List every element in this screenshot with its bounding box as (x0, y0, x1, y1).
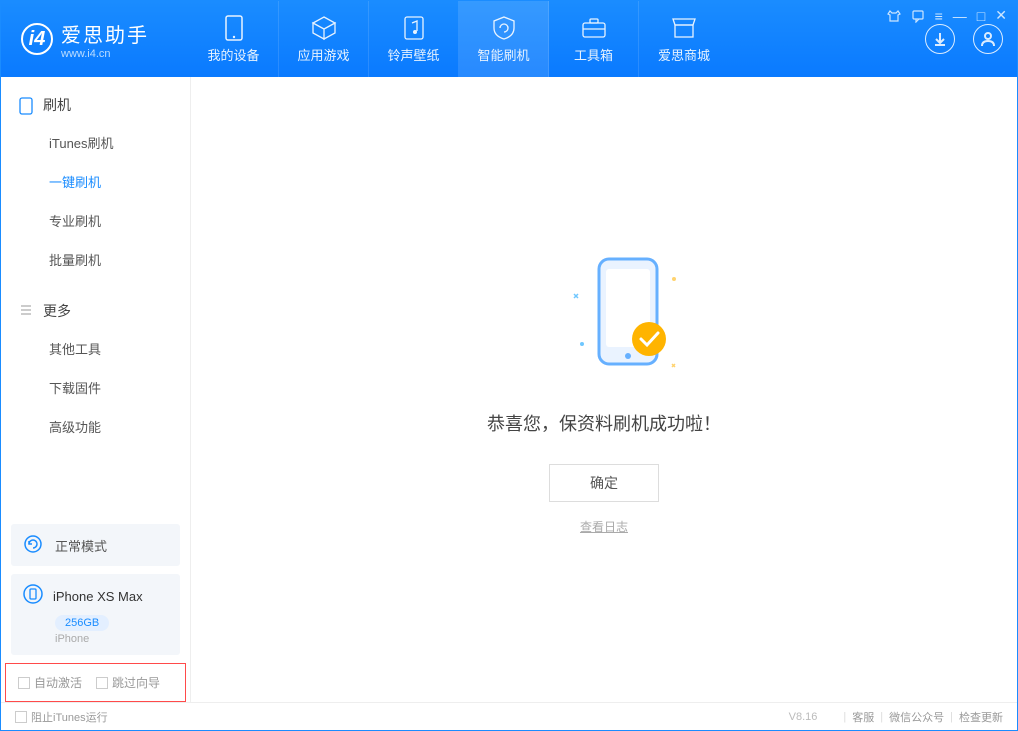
header: i4 爱思助手 www.i4.cn 我的设备 应用游戏 铃声壁纸 智能刷机 工具… (1, 1, 1017, 77)
sidebar: 刷机 iTunes刷机 一键刷机 专业刷机 批量刷机 更多 其他工具 下载固件 … (1, 77, 191, 702)
nav-section-more: 更多 (1, 301, 190, 329)
nav-item-itunes-flash[interactable]: iTunes刷机 (1, 123, 190, 162)
nav-section-flash: 刷机 (1, 95, 190, 123)
tab-my-device[interactable]: 我的设备 (189, 1, 279, 77)
checkbox-block-itunes[interactable]: 阻止iTunes运行 (15, 709, 108, 725)
music-icon (401, 15, 427, 41)
device-type: iPhone (55, 633, 168, 645)
list-icon (19, 303, 35, 319)
device-name: iPhone XS Max (53, 589, 143, 604)
nav-item-batch-flash[interactable]: 批量刷机 (1, 240, 190, 279)
cube-icon (311, 15, 337, 41)
store-icon (671, 15, 697, 41)
app-subtitle: www.i4.cn (61, 48, 149, 60)
tab-store[interactable]: 爱思商城 (639, 1, 729, 77)
footer-link-update[interactable]: 检查更新 (959, 709, 1003, 725)
tab-toolbox[interactable]: 工具箱 (549, 1, 639, 77)
checkbox-skip-guide[interactable]: 跳过向导 (96, 674, 160, 691)
tab-label: 我的设备 (207, 45, 259, 64)
logo-area: i4 爱思助手 www.i4.cn (21, 19, 149, 60)
app-title: 爱思助手 (61, 19, 149, 48)
close-icon[interactable]: ✕ (995, 7, 1007, 24)
minimize-icon[interactable]: — (953, 7, 967, 24)
header-actions (925, 24, 1003, 54)
tab-label: 工具箱 (574, 45, 613, 64)
tab-flash[interactable]: 智能刷机 (459, 1, 549, 77)
nav-item-pro-flash[interactable]: 专业刷机 (1, 201, 190, 240)
feedback-icon[interactable] (911, 7, 925, 24)
nav-item-oneclick-flash[interactable]: 一键刷机 (1, 162, 190, 201)
tab-label: 智能刷机 (477, 45, 529, 64)
footer-link-support[interactable]: 客服 (852, 709, 874, 725)
success-message: 恭喜您，保资料刷机成功啦！ (487, 410, 721, 436)
mode-status-card[interactable]: 正常模式 (11, 524, 180, 566)
main-tabs: 我的设备 应用游戏 铃声壁纸 智能刷机 工具箱 爱思商城 (189, 1, 729, 77)
shield-refresh-icon (491, 15, 517, 41)
device-storage-badge: 256GB (55, 615, 109, 631)
mode-status-label: 正常模式 (55, 536, 107, 555)
toolbox-icon (581, 15, 607, 41)
nav-item-download-firmware[interactable]: 下载固件 (1, 368, 190, 407)
device-icon (221, 15, 247, 41)
nav-item-other-tools[interactable]: 其他工具 (1, 329, 190, 368)
refresh-icon (23, 534, 45, 556)
tab-label: 爱思商城 (658, 45, 710, 64)
footer: 阻止iTunes运行 V8.16 | 客服 | 微信公众号 | 检查更新 (1, 702, 1017, 730)
skin-icon[interactable] (887, 7, 901, 24)
ok-button[interactable]: 确定 (549, 464, 659, 502)
tab-apps[interactable]: 应用游戏 (279, 1, 369, 77)
success-illustration (544, 244, 664, 384)
user-button[interactable] (973, 24, 1003, 54)
window-controls: ≡ — □ ✕ (887, 7, 1007, 24)
phone-icon (19, 97, 35, 113)
tab-label: 铃声壁纸 (387, 45, 439, 64)
download-button[interactable] (925, 24, 955, 54)
menu-icon[interactable]: ≡ (935, 7, 943, 24)
version-label: V8.16 (789, 711, 818, 723)
view-log-link[interactable]: 查看日志 (580, 518, 628, 535)
nav-item-advanced[interactable]: 高级功能 (1, 407, 190, 446)
main-content: 恭喜您，保资料刷机成功啦！ 确定 查看日志 (191, 77, 1017, 702)
app-logo-icon: i4 (21, 23, 53, 55)
device-card[interactable]: iPhone XS Max 256GB iPhone (11, 574, 180, 655)
maximize-icon[interactable]: □ (977, 7, 985, 24)
footer-link-wechat[interactable]: 微信公众号 (889, 709, 944, 725)
tab-label: 应用游戏 (297, 45, 349, 64)
flash-options: 自动激活 跳过向导 (5, 663, 186, 702)
checkbox-auto-activate[interactable]: 自动激活 (18, 674, 82, 691)
tab-ringtones[interactable]: 铃声壁纸 (369, 1, 459, 77)
device-icon (23, 584, 43, 609)
